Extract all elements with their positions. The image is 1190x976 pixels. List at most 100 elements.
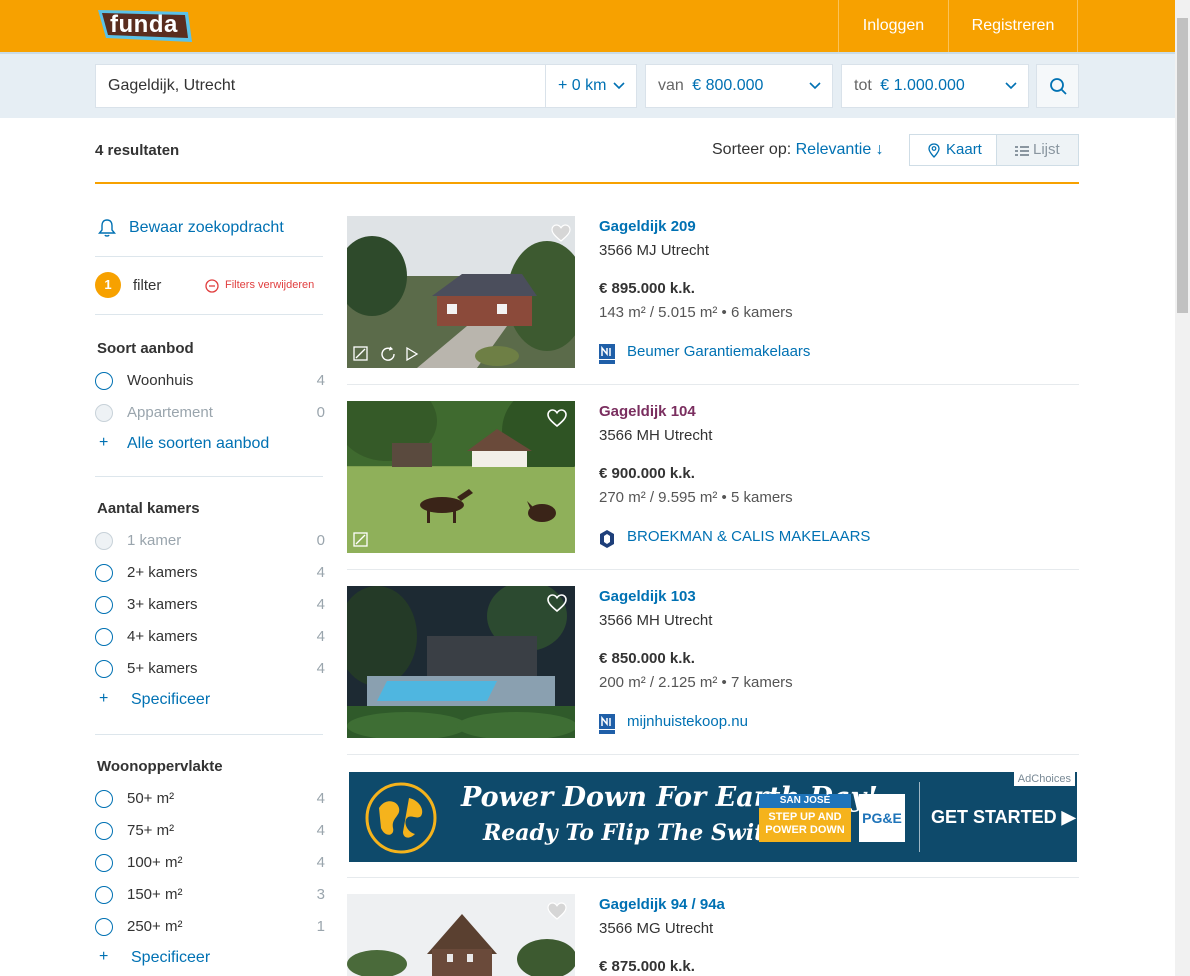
option-count: 1 [316,918,325,935]
map-view-label: Kaart [946,141,982,158]
more-types-link[interactable]: + Alle soorten aanbod [95,434,325,456]
option-count: 4 [316,596,325,613]
top-bar: funda Inloggen Registreren [0,0,1175,52]
section-title-area: Woonoppervlakte [97,758,223,775]
option-woonhuis[interactable]: Woonhuis 4 [95,370,325,394]
option-3-kamers[interactable]: 3+ kamers 4 [95,594,325,618]
radio-circle[interactable] [95,596,113,614]
login-button[interactable]: Inloggen [838,0,948,52]
listing-photo[interactable] [347,894,575,976]
specify-area-link[interactable]: + Specificeer [95,948,325,970]
heart-icon[interactable] [551,224,571,242]
option-label: 250+ m² [127,918,183,935]
radio-circle[interactable] [95,660,113,678]
house-photo-image [347,401,575,553]
listing-photo[interactable] [347,216,575,368]
ad-divider-line [919,782,920,852]
radio-circle[interactable] [95,822,113,840]
option-4-kamers[interactable]: 4+ kamers 4 [95,626,325,650]
adchoices-label[interactable]: AdChoices [1013,772,1075,786]
min-price-select[interactable]: van € 800.000 [645,64,833,108]
listing-title[interactable]: Gageldijk 103 [599,588,696,605]
sort-control[interactable]: Sorteer op: Relevantie ↓ [712,141,884,159]
house-photo-image [347,586,575,738]
agent-link[interactable]: Beumer Garantiemakelaars [627,343,810,360]
radio-circle[interactable] [95,886,113,904]
option-count: 4 [316,660,325,677]
option-count: 4 [316,790,325,807]
option-count: 0 [316,532,325,549]
listing-price: € 850.000 k.k. [599,650,695,667]
radio-circle[interactable] [95,918,113,936]
option-5-kamers[interactable]: 5+ kamers 4 [95,658,325,682]
radio-circle[interactable] [95,564,113,582]
listing-card[interactable]: Gageldijk 103 3566 MH Utrecht € 850.000 … [347,586,1079,755]
ad-badge-bot: POWER DOWN [765,824,845,836]
minus-circle-icon [205,279,219,293]
specify-area-label: Specificeer [131,949,211,966]
logo-text: funda [110,11,178,38]
listing-title[interactable]: Gageldijk 94 / 94a [599,896,725,913]
listing-card[interactable]: Gageldijk 104 3566 MH Utrecht € 900.000 … [347,401,1079,570]
list-view-button[interactable]: Lijst [996,134,1079,166]
vbo-logo-icon [600,530,614,548]
funda-logo[interactable]: funda [96,8,194,44]
radio-circle[interactable] [95,790,113,808]
max-price-select[interactable]: tot € 1.000.000 [841,64,1029,108]
option-appartement: Appartement 0 [95,402,325,426]
listing-card[interactable]: Gageldijk 94 / 94a 3566 MG Utrecht € 875… [347,894,1079,976]
listing-card[interactable]: Gageldijk 209 3566 MJ Utrecht € 895.000 … [347,216,1079,385]
section-title-rooms: Aantal kamers [97,500,200,517]
heart-icon[interactable] [547,409,567,427]
option-100-m2[interactable]: 100+ m² 4 [95,852,325,876]
option-2-kamers[interactable]: 2+ kamers 4 [95,562,325,586]
globe-icon [365,782,437,854]
register-button[interactable]: Registreren [948,0,1078,52]
ad-banner[interactable]: Power Down For Earth Day! Ready To Flip … [349,772,1077,862]
page-scrollbar[interactable] [1175,0,1190,976]
search-button[interactable] [1036,64,1079,108]
listing-specs: 143 m² / 5.015 m² • 6 kamers [599,304,793,321]
ad-cta[interactable]: GET STARTED ▶ [931,807,1076,828]
location-input[interactable]: Gageldijk, Utrecht [95,64,546,108]
radius-select[interactable]: + 0 km [545,64,637,108]
clear-filters-button[interactable]: Filters verwijderen [205,278,325,296]
sort-prefix: Sorteer op: [712,141,792,158]
scrollbar-thumb[interactable] [1177,18,1188,313]
search-icon [1050,78,1067,95]
chevron-down-icon [809,82,821,90]
listing-photo[interactable] [347,401,575,553]
option-250-m2[interactable]: 250+ m² 1 [95,916,325,940]
radio-circle[interactable] [95,372,113,390]
map-view-button[interactable]: Kaart [909,134,997,166]
map-pin-icon [928,143,940,158]
divider [95,734,323,735]
chevron-down-icon [1005,82,1017,90]
specify-rooms-link[interactable]: + Specificeer [95,690,325,712]
radio-circle[interactable] [95,854,113,872]
option-label: 50+ m² [127,790,175,807]
save-search-link[interactable]: Bewaar zoekopdracht [95,216,325,240]
radio-circle[interactable] [95,628,113,646]
heart-icon[interactable] [547,902,567,920]
sort-value[interactable]: Relevantie ↓ [796,141,884,158]
radio-circle [95,532,113,550]
listing-title[interactable]: Gageldijk 104 [599,403,696,420]
listing-address: 3566 MG Utrecht [599,920,714,937]
option-150-m2[interactable]: 150+ m² 3 [95,884,325,908]
listing-address: 3566 MH Utrecht [599,427,713,444]
option-count: 4 [316,628,325,645]
agent-link[interactable]: BROEKMAN & CALIS MAKELAARS [627,528,870,545]
option-75-m2[interactable]: 75+ m² 4 [95,820,325,844]
radius-value: + 0 km [558,77,607,94]
listing-photo[interactable] [347,586,575,738]
listing-title[interactable]: Gageldijk 209 [599,218,696,235]
option-label: 100+ m² [127,854,183,871]
option-label: Woonhuis [127,372,194,389]
ad-badge-mid: STEP UP AND [768,811,842,823]
heart-icon[interactable] [547,594,567,612]
option-50-m2[interactable]: 50+ m² 4 [95,788,325,812]
agent-link[interactable]: mijnhuistekoop.nu [627,713,748,730]
option-label: 2+ kamers [127,564,198,581]
listing-price: € 895.000 k.k. [599,280,695,297]
